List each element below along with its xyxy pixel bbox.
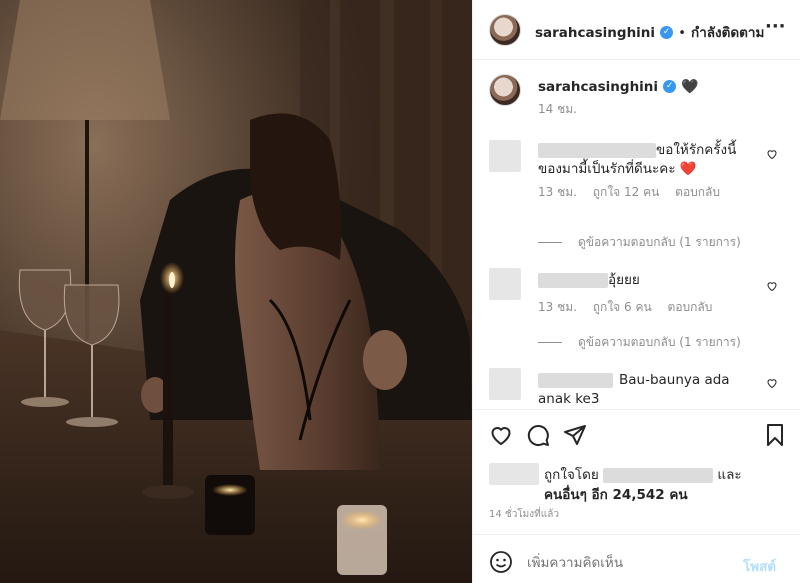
comment-time[interactable]: 13 ชม. [538, 300, 577, 314]
comment-icon [527, 425, 549, 446]
post-image [0, 0, 472, 583]
header-author: sarahcasinghini ✓ • กำลังติดตาม [535, 21, 764, 43]
liked-by-and: และ [717, 467, 742, 483]
commenter-username[interactable] [538, 142, 656, 158]
caption-avatar[interactable] [489, 74, 521, 106]
commenter-username[interactable] [538, 372, 613, 388]
actions-divider [473, 409, 800, 410]
comment-likes[interactable]: ถูกใจ 6 คน [593, 300, 652, 314]
view-replies-label: ดูข้อความตอบกลับ (1 รายการ) [578, 335, 741, 349]
comment-2: อุ้ยยย [538, 271, 640, 290]
comment-2-meta: 13 ชม. ถูกใจ 6 คน ตอบกลับ [538, 298, 712, 317]
comment-likes[interactable]: ถูกใจ 12 คน [593, 185, 660, 199]
caption-row: sarahcasinghini ✓ 🖤 [538, 76, 699, 95]
heart-icon [491, 427, 511, 446]
comment-avatar[interactable] [489, 140, 521, 172]
comment-box-divider [473, 534, 800, 535]
comment-1: ขอให้รักครั้งนี้ ของมามี้เป็นรักที่ดีนะค… [538, 141, 736, 179]
reply-button[interactable]: ตอบกลับ [675, 185, 720, 199]
comment-3: Bau-baunya ada anak ke3 [538, 371, 730, 409]
comment-text: อุ้ยยย [608, 272, 640, 288]
caption-username[interactable]: sarahcasinghini [538, 79, 658, 95]
bookmark-icon [767, 424, 783, 446]
post-timestamp[interactable]: 14 ชั่วโมงที่แล้ว [489, 507, 559, 522]
comment-like-icon[interactable] [766, 377, 778, 389]
verified-badge-icon: ✓ [663, 80, 677, 93]
liked-by-label: ถูกใจโดย [544, 467, 599, 483]
view-replies-button[interactable]: ดูข้อความตอบกลับ (1 รายการ) [538, 333, 741, 352]
comment-text: anak ke3 [538, 391, 600, 407]
comment-input[interactable] [527, 552, 727, 574]
verified-badge-icon: ✓ [660, 26, 674, 39]
comment-avatar[interactable] [489, 268, 521, 300]
comment-like-icon[interactable] [766, 148, 778, 160]
following-button[interactable]: กำลังติดตาม [691, 25, 764, 41]
caption-emoji: 🖤 [681, 79, 699, 95]
view-replies-button[interactable]: ดูข้อความตอบกลับ (1 รายการ) [538, 233, 741, 252]
caption-time: 14 ชม. [538, 102, 577, 116]
more-options-icon[interactable]: ··· [765, 16, 786, 37]
liker-username[interactable] [603, 467, 714, 483]
comment-time[interactable]: 13 ชม. [538, 185, 577, 199]
comment-1-meta: 13 ชม. ถูกใจ 12 คน ตอบกลับ [538, 183, 720, 202]
like-button[interactable] [489, 423, 513, 451]
header-divider [473, 59, 800, 60]
likes-count[interactable]: คนอื่นๆ อีก 24,542 คน [544, 483, 688, 505]
post-photo[interactable] [0, 0, 472, 583]
view-replies-label: ดูข้อความตอบกลับ (1 รายการ) [578, 235, 741, 249]
emoji-button[interactable] [489, 550, 513, 578]
comment-avatar[interactable] [489, 368, 521, 400]
reply-button[interactable]: ตอบกลับ [668, 300, 713, 314]
post-side-panel: sarahcasinghini ✓ • กำลังติดตาม ··· sara… [472, 0, 800, 583]
view-replies-line [538, 242, 562, 243]
comment-text: ของมามี้เป็นรักที่ดีนะคะ [538, 161, 676, 177]
author-avatar[interactable] [489, 14, 521, 46]
share-icon [564, 425, 586, 445]
author-username[interactable]: sarahcasinghini [535, 25, 655, 41]
comment-emoji: ❤️ [679, 161, 697, 177]
liker-avatars[interactable] [489, 463, 539, 485]
comment-like-icon[interactable] [766, 280, 778, 292]
share-button[interactable] [563, 423, 587, 451]
liked-by-row: ถูกใจโดย และ [544, 463, 742, 485]
save-button[interactable] [763, 423, 787, 451]
post-comment-button[interactable]: โพสต์ [743, 555, 776, 577]
comment-button[interactable] [526, 423, 550, 451]
comment-text: Bau-baunya ada [619, 372, 730, 388]
separator-dot: • [678, 26, 686, 41]
view-replies-line [538, 342, 562, 343]
commenter-username[interactable] [538, 272, 608, 288]
smiley-icon [490, 551, 512, 573]
comment-text: ขอให้รักครั้งนี้ [656, 142, 737, 158]
